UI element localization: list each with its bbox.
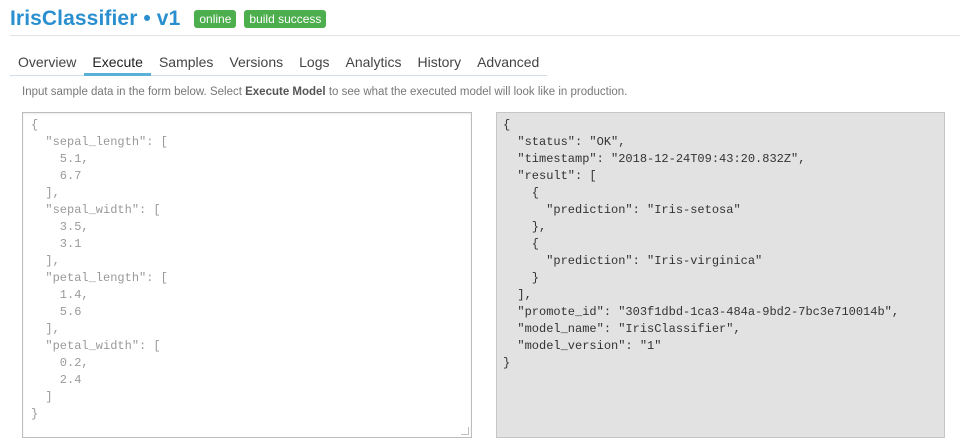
tab-history[interactable]: History: [410, 50, 470, 76]
tab-samples[interactable]: Samples: [151, 50, 221, 76]
status-badge-build: build success: [244, 10, 327, 28]
instruction-suffix: to see what the executed model will look…: [325, 86, 628, 98]
resize-handle-icon[interactable]: [461, 427, 469, 435]
tab-versions[interactable]: Versions: [221, 50, 291, 76]
status-badge-online: online: [194, 10, 237, 28]
instruction-text: Input sample data in the form below. Sel…: [22, 86, 627, 98]
instruction-bold: Execute Model: [245, 86, 326, 98]
tab-advanced[interactable]: Advanced: [469, 50, 547, 76]
app-title: IrisClassifier • v1: [10, 7, 181, 30]
tab-logs[interactable]: Logs: [291, 50, 337, 76]
output-json-text: { "status": "OK", "timestamp": "2018-12-…: [503, 118, 900, 370]
tab-bar: Overview Execute Samples Versions Logs A…: [10, 50, 548, 76]
instruction-prefix: Input sample data in the form below. Sel…: [22, 86, 246, 98]
header-divider: [10, 35, 960, 36]
input-json-text[interactable]: { "sepal_length": [ 5.1, 6.7 ], "sepal_w…: [31, 117, 463, 423]
page-header: IrisClassifier • v1 online build success: [10, 6, 327, 32]
output-json-panel: { "status": "OK", "timestamp": "2018-12-…: [496, 112, 945, 438]
tab-overview[interactable]: Overview: [10, 50, 84, 76]
input-json-editor[interactable]: { "sepal_length": [ 5.1, 6.7 ], "sepal_w…: [22, 112, 472, 438]
tab-execute[interactable]: Execute: [84, 50, 151, 76]
tab-analytics[interactable]: Analytics: [337, 50, 409, 76]
